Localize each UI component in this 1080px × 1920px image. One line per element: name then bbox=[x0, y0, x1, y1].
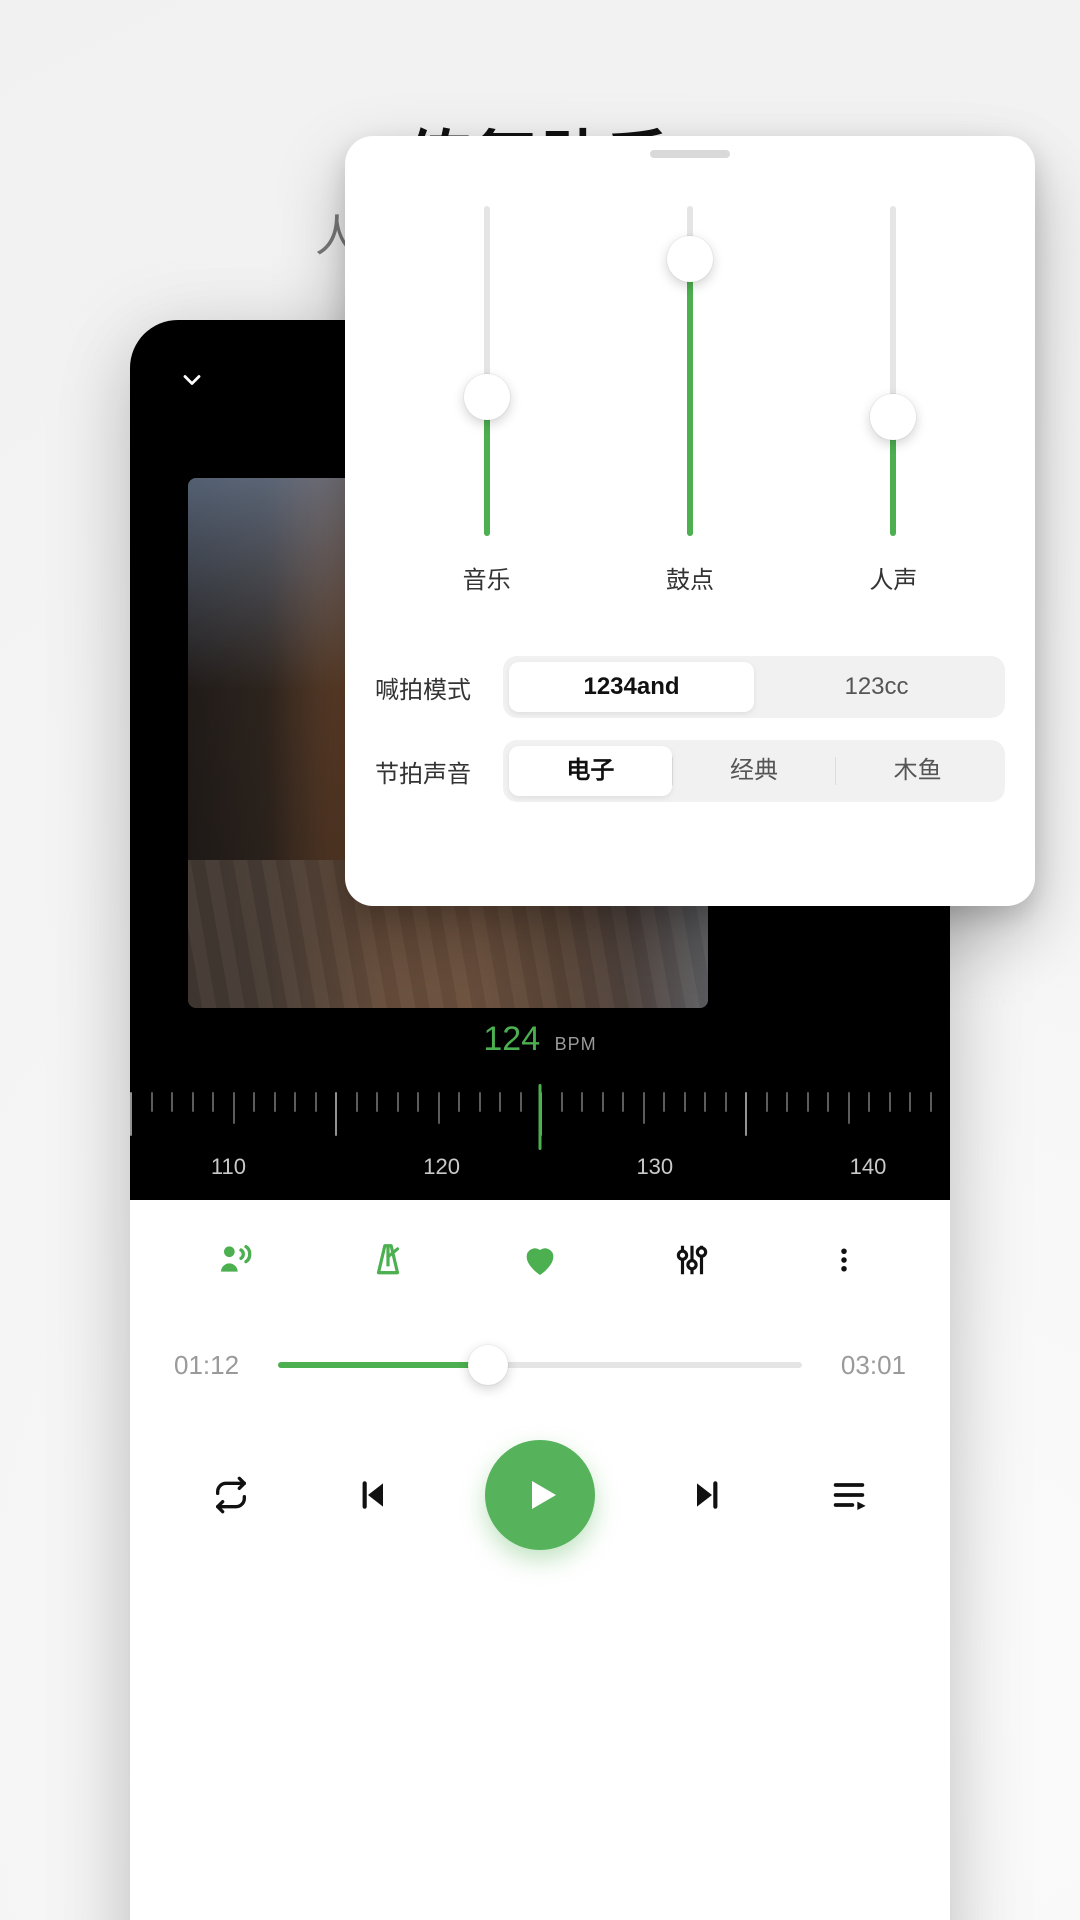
slider-track[interactable] bbox=[687, 206, 693, 536]
skip-prev-icon bbox=[353, 1475, 393, 1515]
repeat-button[interactable] bbox=[201, 1465, 261, 1525]
beat-sound-label: 节拍声音 bbox=[375, 754, 485, 789]
count-mode-label: 喊拍模式 bbox=[375, 670, 485, 705]
more-button[interactable] bbox=[814, 1230, 874, 1290]
queue-icon bbox=[829, 1475, 869, 1515]
slider-label: 鼓点 bbox=[666, 560, 714, 595]
favorite-button[interactable] bbox=[510, 1230, 570, 1290]
skip-next-icon bbox=[687, 1475, 727, 1515]
sliders-icon bbox=[673, 1241, 711, 1279]
bpm-area: 124 BPM 110 120 130 140 bbox=[130, 1020, 950, 1220]
bpm-needle bbox=[539, 1084, 542, 1150]
controls-panel: 01:12 03:01 bbox=[130, 1200, 950, 1920]
slider-music: 音乐 bbox=[463, 196, 511, 616]
bpm-ruler[interactable]: 110 120 130 140 bbox=[130, 1092, 950, 1182]
slider-drums: 鼓点 bbox=[666, 196, 714, 616]
next-button[interactable] bbox=[677, 1465, 737, 1525]
bpm-value: 124 bbox=[483, 1020, 540, 1059]
voice-icon bbox=[216, 1240, 256, 1280]
slider-thumb[interactable] bbox=[667, 236, 713, 282]
count-mode-option-0[interactable]: 1234and bbox=[509, 662, 754, 712]
play-icon bbox=[516, 1471, 564, 1519]
prev-button[interactable] bbox=[343, 1465, 403, 1525]
play-button[interactable] bbox=[485, 1440, 595, 1550]
slider-track[interactable] bbox=[484, 206, 490, 536]
queue-button[interactable] bbox=[819, 1465, 879, 1525]
beat-sound-option-0[interactable]: 电子 bbox=[509, 746, 672, 796]
transport-controls bbox=[130, 1410, 950, 1570]
beat-sound-segmented: 电子 经典 木鱼 bbox=[503, 740, 1005, 802]
seek-fill bbox=[278, 1362, 488, 1368]
more-icon bbox=[829, 1245, 859, 1275]
slider-voice: 人声 bbox=[869, 196, 917, 616]
promo-page: 练舞助手 人声节拍器、精准调速 AudioTrack 10 124 BPM 11… bbox=[0, 0, 1080, 1920]
beat-sound-option-1[interactable]: 经典 bbox=[673, 746, 836, 796]
mixer-panel: 音乐 鼓点 人声 喊拍模式 1234and bbox=[345, 136, 1035, 906]
ruler-label: 120 bbox=[423, 1154, 460, 1180]
count-mode-row: 喊拍模式 1234and 123cc bbox=[375, 656, 1005, 718]
slider-track[interactable] bbox=[890, 206, 896, 536]
seek-slider[interactable] bbox=[278, 1362, 802, 1368]
ruler-label: 140 bbox=[850, 1154, 887, 1180]
ruler-label: 110 bbox=[211, 1154, 246, 1180]
count-mode-segmented: 1234and 123cc bbox=[503, 656, 1005, 718]
equalizer-button[interactable] bbox=[662, 1230, 722, 1290]
beat-sound-option-2[interactable]: 木鱼 bbox=[836, 746, 999, 796]
metronome-button[interactable] bbox=[358, 1230, 418, 1290]
slider-label: 人声 bbox=[869, 560, 917, 595]
total-time: 03:01 bbox=[826, 1350, 906, 1381]
metronome-icon bbox=[369, 1241, 407, 1279]
ruler-label: 130 bbox=[636, 1154, 673, 1180]
slider-thumb[interactable] bbox=[870, 394, 916, 440]
slider-label: 音乐 bbox=[463, 560, 511, 595]
collapse-button[interactable] bbox=[170, 358, 214, 402]
elapsed-time: 01:12 bbox=[174, 1350, 254, 1381]
bpm-unit: BPM bbox=[555, 1034, 597, 1054]
repeat-icon bbox=[211, 1475, 251, 1515]
count-mode-option-1[interactable]: 123cc bbox=[754, 662, 999, 712]
sheet-grabber[interactable] bbox=[650, 150, 730, 158]
voice-count-button[interactable] bbox=[206, 1230, 266, 1290]
heart-icon bbox=[520, 1240, 560, 1280]
beat-sound-row: 节拍声音 电子 经典 木鱼 bbox=[375, 740, 1005, 802]
chevron-down-icon bbox=[178, 366, 206, 394]
slider-fill bbox=[687, 259, 693, 536]
mixer-sliders: 音乐 鼓点 人声 bbox=[345, 196, 1035, 616]
progress-bar: 01:12 03:01 bbox=[130, 1320, 950, 1410]
seek-thumb[interactable] bbox=[468, 1345, 508, 1385]
slider-thumb[interactable] bbox=[464, 374, 510, 420]
mixer-options: 喊拍模式 1234and 123cc 节拍声音 电子 经典 木鱼 bbox=[345, 656, 1035, 824]
toolbar bbox=[130, 1200, 950, 1320]
